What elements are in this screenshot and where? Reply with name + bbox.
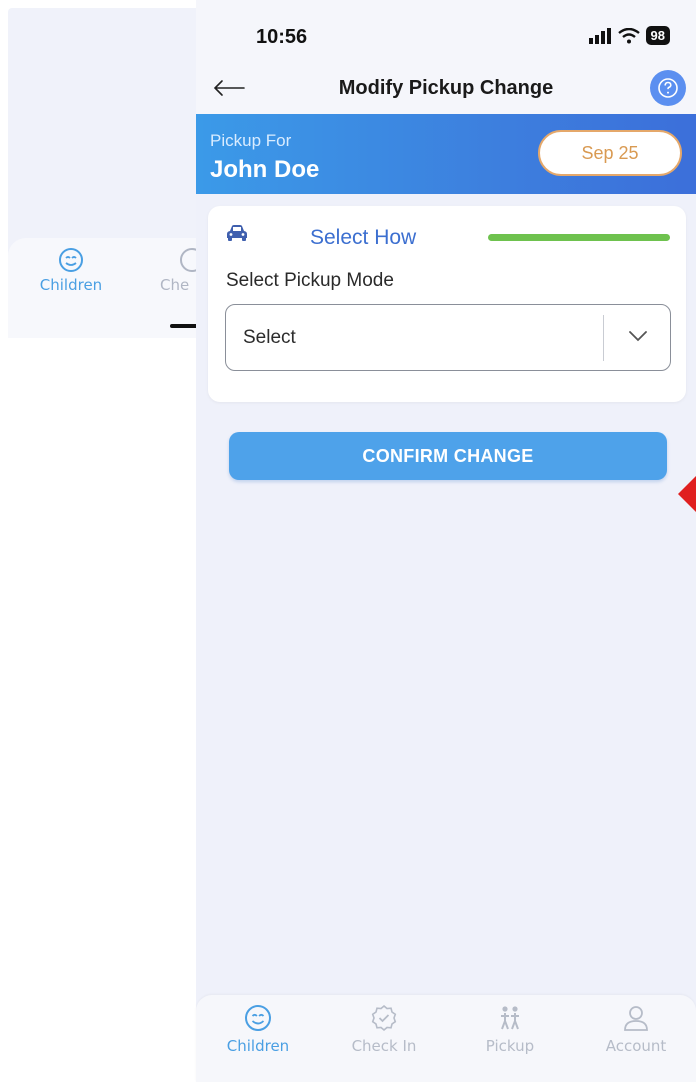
person-icon [624,1006,648,1031]
tab-account[interactable]: Account [586,1003,686,1055]
tab-label: Pickup [485,1037,535,1055]
date-pill[interactable]: Sep 25 [538,130,682,176]
step-progress-bar [488,234,670,241]
select-divider [603,315,604,361]
battery-indicator: 98 [645,26,670,45]
step-label: Select How [310,226,417,249]
pickup-for-label: Pickup For [210,131,292,150]
background-tab-label: Che [160,276,190,294]
check-badge-icon [371,1004,397,1032]
status-time: 10:56 [256,26,308,48]
question-icon [658,78,678,98]
help-button[interactable] [650,70,686,106]
people-walking-icon [501,1006,519,1030]
background-tab-label: Children [39,276,103,294]
tab-label: Account [605,1037,667,1055]
screenshot-stage: Children Che 10:56 98 Modify Pickup Chan… [0,0,696,1082]
status-icons: 98 [588,26,670,45]
smiley-icon [245,1005,271,1031]
red-arrow-marker [678,476,696,512]
confirm-change-button[interactable]: CONFIRM CHANGE [229,432,667,480]
smiley-icon [59,248,83,272]
tab-check-in[interactable]: Check In [334,1003,434,1055]
page-title: Modify Pickup Change [338,77,554,99]
pickup-mode-select[interactable]: Select [225,304,671,371]
bottom-tab-bar: Children Check In Pickup Account [196,995,696,1082]
tab-children[interactable]: Children [208,1003,308,1055]
navigation-bar: Modify Pickup Change [196,64,696,114]
tab-label: Children [226,1037,290,1055]
pickup-mode-card: Select How Select Pickup Mode Select [208,206,686,402]
car-icon [227,225,247,241]
signal-icon [588,27,611,44]
child-name: John Doe [210,156,320,183]
tab-label: Check In [351,1037,417,1055]
field-label: Select Pickup Mode [226,270,394,291]
status-bar: 10:56 98 [196,0,696,64]
chevron-down-icon [629,331,647,342]
wifi-icon [617,27,640,43]
background-tab-checkin[interactable]: Che [160,246,196,294]
phone-screen: 10:56 98 Modify Pickup Change Pickup For… [196,0,696,1082]
select-value: Select [243,327,296,348]
check-badge-icon [180,248,196,272]
pickup-banner: Pickup For John Doe Sep 25 [196,114,696,194]
background-tab-children[interactable]: Children [28,246,114,294]
tab-pickup[interactable]: Pickup [460,1003,560,1055]
